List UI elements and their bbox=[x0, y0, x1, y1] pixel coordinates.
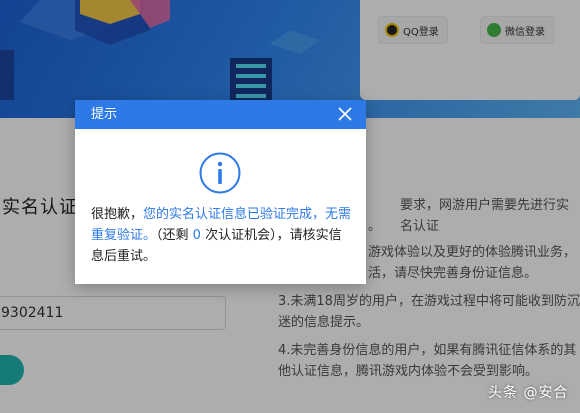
watermark: 头条 @安合 bbox=[488, 385, 569, 401]
dialog-title: 提示 bbox=[91, 107, 118, 122]
remaining-count: 0 bbox=[192, 228, 201, 243]
close-icon[interactable] bbox=[338, 107, 352, 121]
dialog-message: 很抱歉，您的实名认证信息已验证完成，无需重复验证。（还剩 0 次认证机会），请核… bbox=[91, 204, 353, 267]
info-icon bbox=[199, 152, 241, 194]
alert-dialog: 提示 很抱歉，您的实名认证信息已验证完成，无需重复验证。（还剩 0 次认证机会）… bbox=[75, 100, 366, 284]
message-mid-1: （还剩 bbox=[156, 228, 193, 243]
dialog-header: 提示 bbox=[75, 100, 366, 129]
message-prefix: 很抱歉， bbox=[91, 207, 144, 222]
